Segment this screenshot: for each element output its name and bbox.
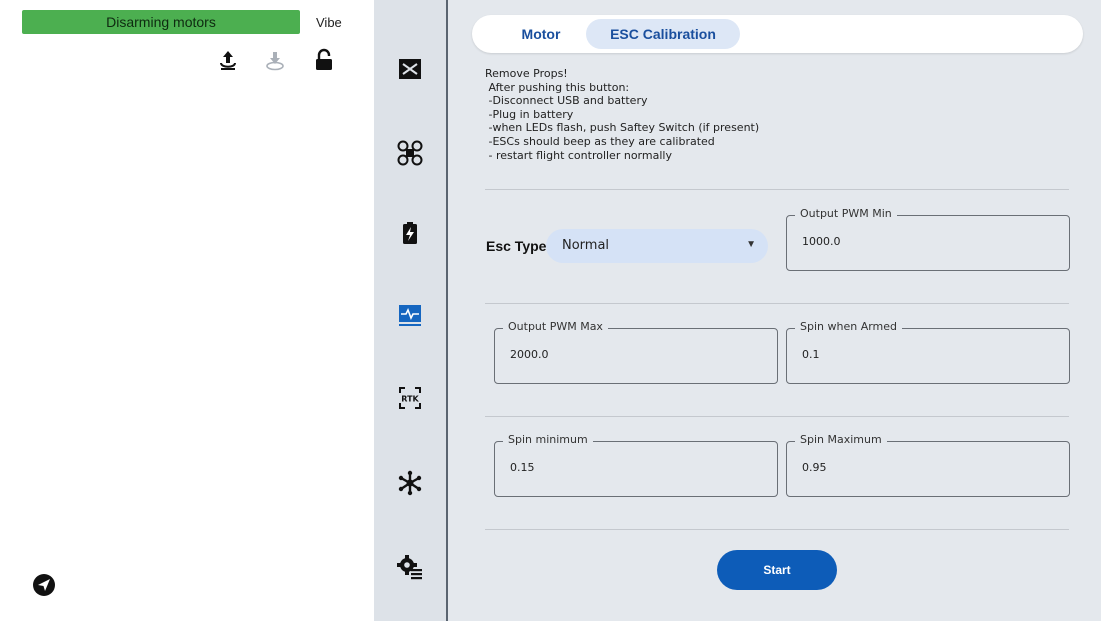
instruction-line: After pushing this button: <box>485 80 630 94</box>
rtk-icon-text: RTK <box>401 395 419 404</box>
field-value: 0.95 <box>802 461 827 474</box>
left-panel: Disarming motors Vibe <box>0 0 374 621</box>
esc-type-value: Normal <box>562 238 610 253</box>
monitor-icon[interactable] <box>396 301 424 329</box>
send-icon[interactable] <box>32 573 56 597</box>
instruction-line: - restart flight controller normally <box>485 148 672 162</box>
field-value: 2000.0 <box>510 348 549 361</box>
instruction-line: -ESCs should beep as they are calibrated <box>485 134 715 148</box>
instruction-line: Remove Props! <box>485 67 568 80</box>
tab-bar: Motor ESC Calibration <box>472 15 1083 53</box>
divider <box>485 189 1069 190</box>
field-label: Spin when Armed <box>795 320 903 333</box>
field-label: Spin Maximum <box>795 433 887 446</box>
esc-type-select[interactable]: Normal ▼ <box>546 229 768 263</box>
battery-icon[interactable] <box>396 219 424 247</box>
field-value: 1000.0 <box>802 235 841 248</box>
field-label: Output PWM Max <box>503 320 608 333</box>
spin-max-field[interactable]: Spin Maximum 0.95 <box>786 433 1070 497</box>
divider <box>485 303 1069 304</box>
tab-esc-calibration[interactable]: ESC Calibration <box>586 19 740 49</box>
start-button[interactable]: Start <box>717 550 837 590</box>
divider <box>485 529 1069 530</box>
instruction-line: -Disconnect USB and battery <box>485 94 648 108</box>
status-banner: Disarming motors <box>22 10 300 34</box>
nav-rail: RTK <box>374 0 446 621</box>
field-label: Spin minimum <box>503 433 593 446</box>
settings-gear-icon[interactable] <box>396 553 424 581</box>
divider <box>485 416 1069 417</box>
spin-min-field[interactable]: Spin minimum 0.15 <box>494 433 778 497</box>
field-value: 0.15 <box>510 461 535 474</box>
chevron-down-icon: ▼ <box>746 239 756 250</box>
calibration-instructions: Remove Props! After pushing this button:… <box>485 67 759 162</box>
pwm-min-field[interactable]: Output PWM Min 1000.0 <box>786 207 1070 271</box>
tab-motor[interactable]: Motor <box>506 19 576 49</box>
setup-icon[interactable] <box>396 55 424 83</box>
field-label: Output PWM Min <box>795 207 897 220</box>
spin-armed-field[interactable]: Spin when Armed 0.1 <box>786 320 1070 384</box>
hexacopter-icon[interactable] <box>396 469 424 497</box>
instruction-line: -when LEDs flash, push Saftey Switch (if… <box>485 121 760 135</box>
instruction-line: -Plug in battery <box>485 107 574 121</box>
field-value: 0.1 <box>802 348 820 361</box>
upload-icon[interactable] <box>216 48 240 72</box>
vibe-label[interactable]: Vibe <box>316 15 342 30</box>
pwm-max-field[interactable]: Output PWM Max 2000.0 <box>494 320 778 384</box>
download-icon[interactable] <box>263 48 287 72</box>
esc-calibration-panel: Motor ESC Calibration Remove Props! Afte… <box>448 0 1101 621</box>
quad-frame-icon[interactable] <box>396 139 424 167</box>
rtk-icon[interactable]: RTK <box>396 384 424 412</box>
unlock-icon[interactable] <box>312 48 336 72</box>
esc-type-label: Esc Type <box>486 238 547 254</box>
